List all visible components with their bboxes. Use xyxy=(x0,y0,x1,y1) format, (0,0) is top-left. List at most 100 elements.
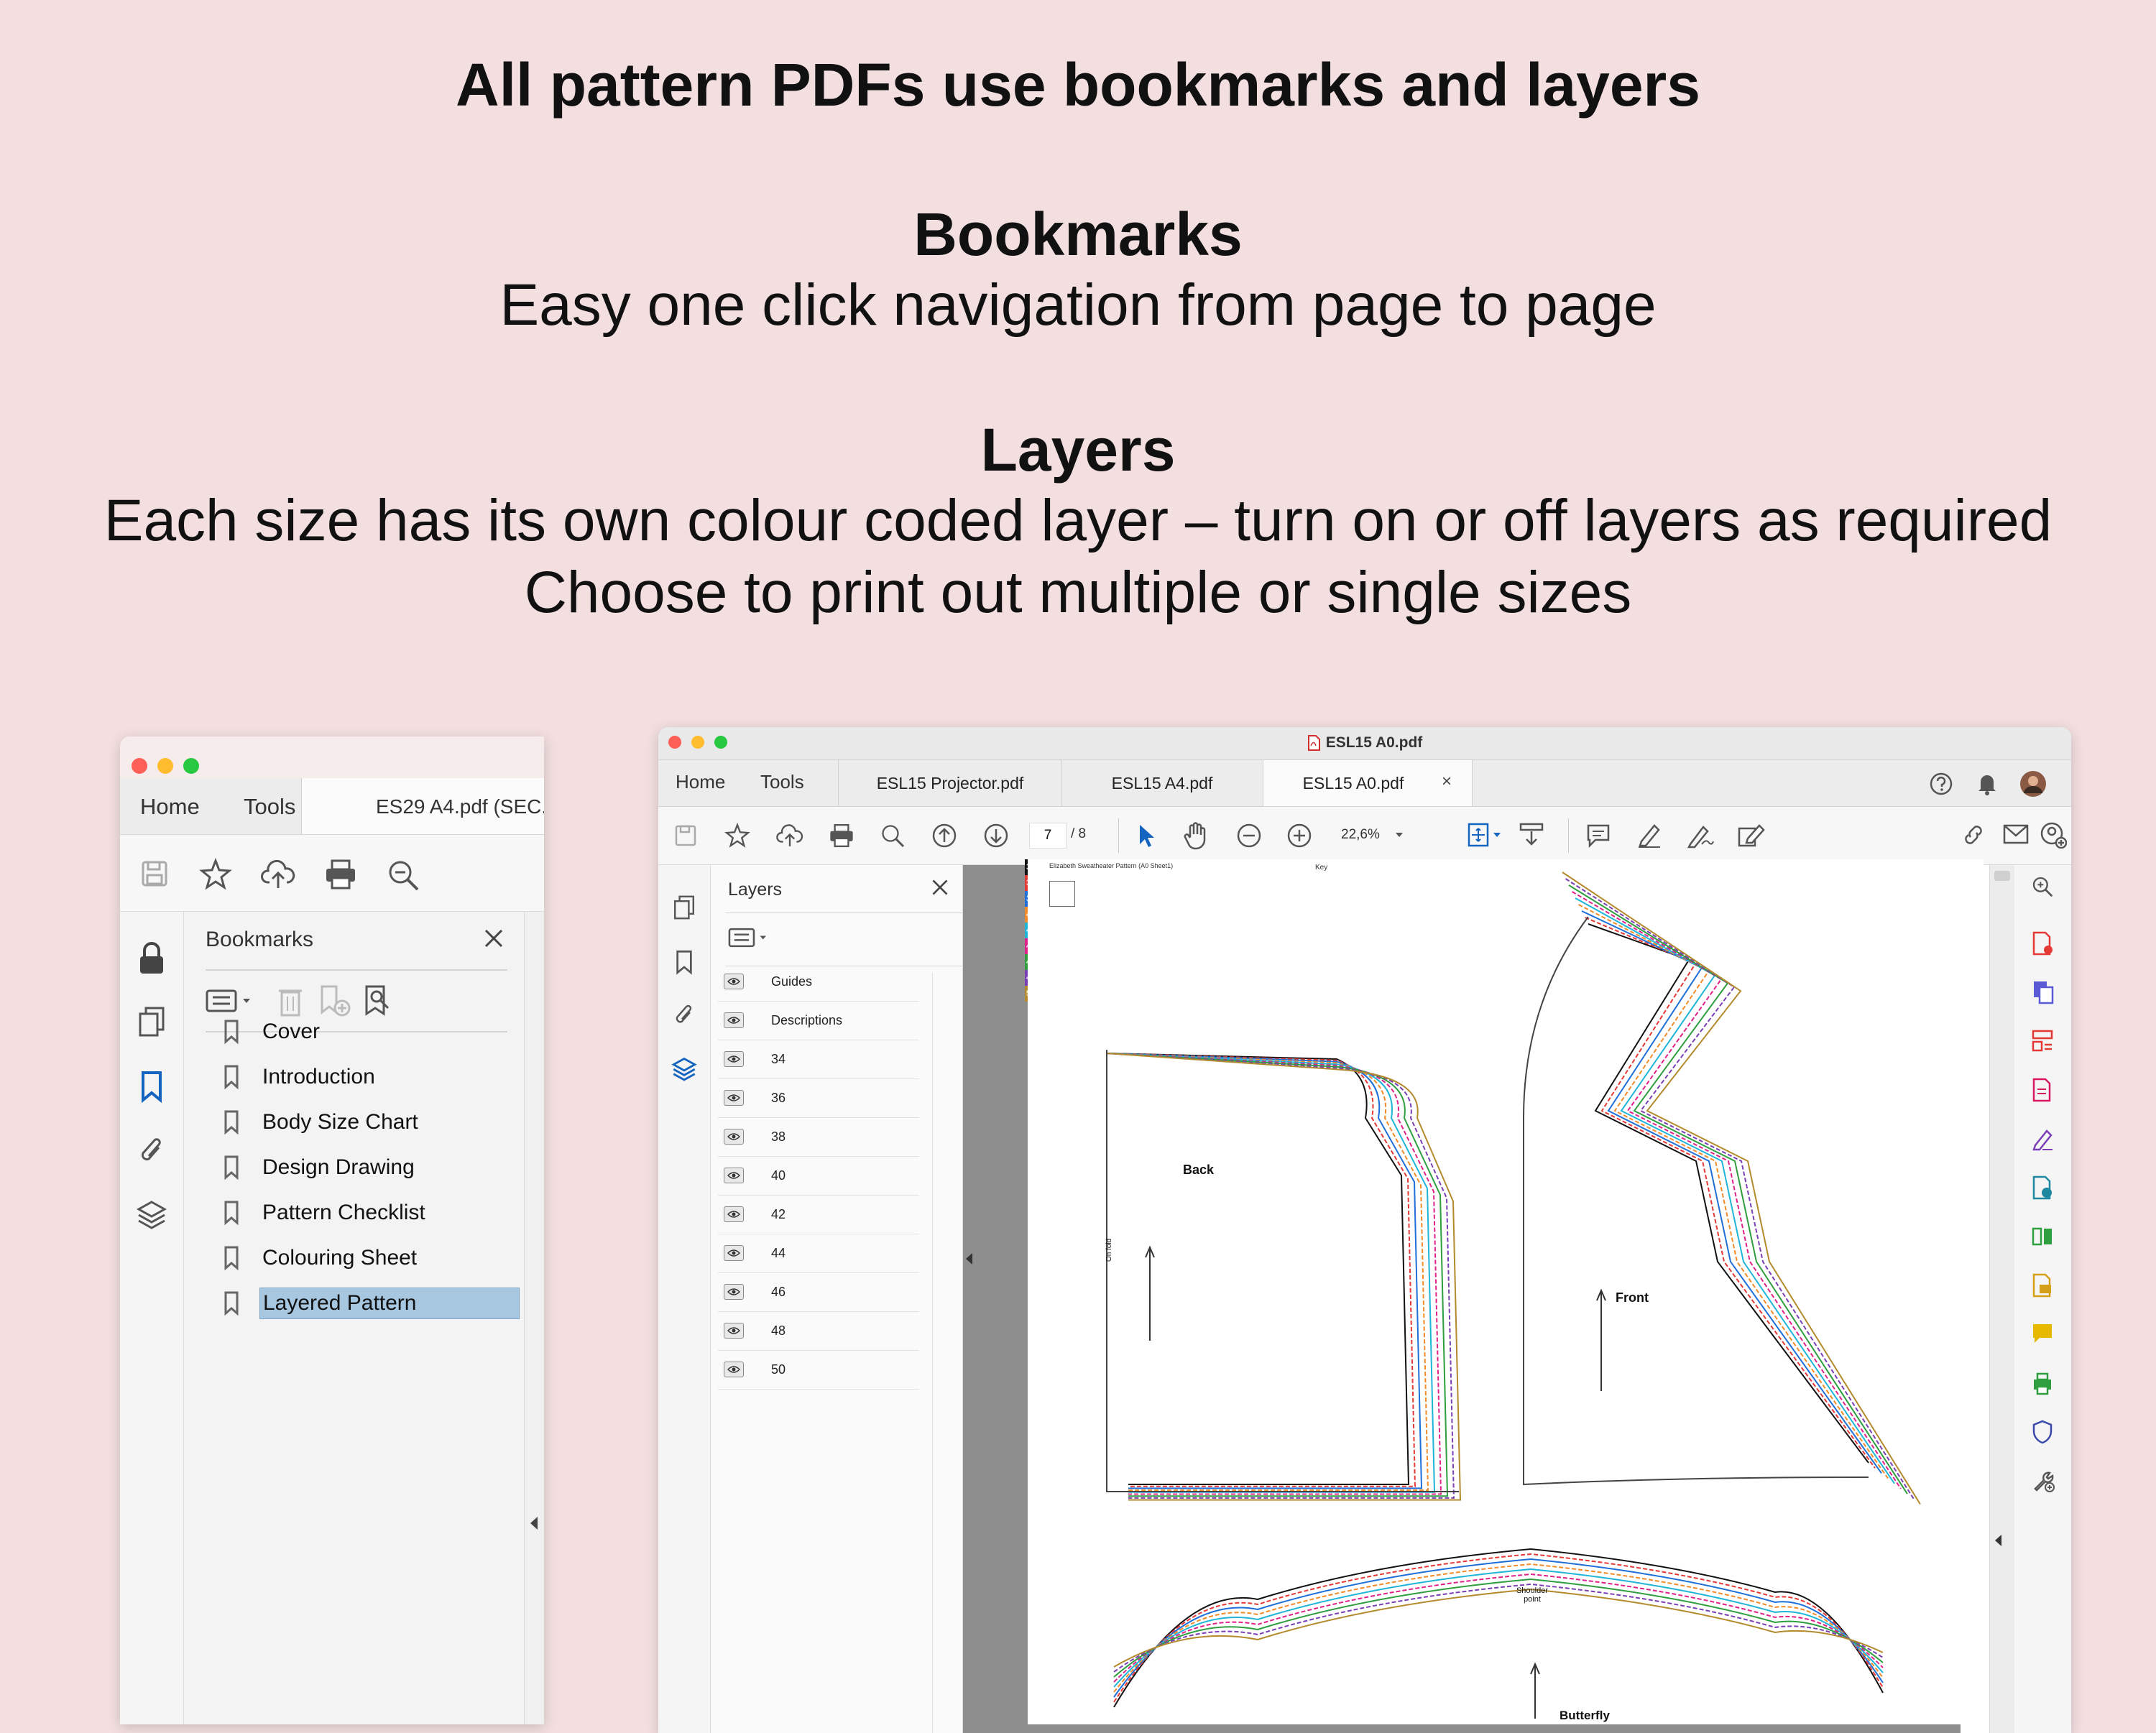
select-cursor-icon[interactable] xyxy=(1135,823,1157,849)
layer-row[interactable]: 50 xyxy=(718,1350,919,1390)
zoom-select[interactable]: 22,6% xyxy=(1327,821,1413,849)
layer-row[interactable]: 46 xyxy=(718,1272,919,1312)
layer-row[interactable]: 38 xyxy=(718,1117,919,1157)
sign-icon[interactable] xyxy=(1686,821,1715,849)
avatar[interactable] xyxy=(2019,770,2047,798)
cloud-upload-icon[interactable] xyxy=(776,823,803,849)
eye-visibility-icon[interactable] xyxy=(724,1090,744,1106)
layer-row[interactable]: Descriptions xyxy=(718,1001,919,1040)
zoom-out-icon[interactable] xyxy=(1236,823,1262,849)
bookmark-item[interactable]: Body Size Chart xyxy=(224,1104,421,1141)
eye-visibility-icon[interactable] xyxy=(724,1206,744,1222)
lock-icon[interactable] xyxy=(137,941,166,975)
panel-splitter[interactable] xyxy=(524,912,544,1724)
layer-row[interactable]: 42 xyxy=(718,1195,919,1234)
layer-row[interactable]: 36 xyxy=(718,1078,919,1118)
help-icon[interactable] xyxy=(1929,772,1953,796)
send-for-comments-icon[interactable] xyxy=(2031,1273,2054,1298)
cloud-upload-icon[interactable] xyxy=(261,858,295,891)
layer-row[interactable]: 34 xyxy=(718,1040,919,1079)
create-pdf-icon[interactable] xyxy=(2031,931,2054,956)
close-panel-icon[interactable] xyxy=(483,928,505,949)
more-tools-icon[interactable] xyxy=(2031,1469,2055,1493)
export-pdf-icon[interactable] xyxy=(2031,1175,2054,1200)
zoom-search-icon[interactable] xyxy=(386,858,420,892)
layer-row[interactable]: 40 xyxy=(718,1156,919,1196)
print-icon[interactable] xyxy=(828,823,855,849)
bookmark-item[interactable]: Cover xyxy=(224,1013,323,1050)
layer-row[interactable]: 44 xyxy=(718,1234,919,1273)
highlight-icon[interactable] xyxy=(1636,821,1663,849)
previous-page-icon[interactable] xyxy=(931,823,957,849)
layers-panel-icon[interactable] xyxy=(136,1199,167,1232)
zoom-tool-icon[interactable] xyxy=(2031,875,2054,898)
eye-visibility-icon[interactable] xyxy=(724,1012,744,1028)
eye-visibility-icon[interactable] xyxy=(724,1051,744,1067)
save-icon[interactable] xyxy=(674,824,697,847)
close-panel-icon[interactable] xyxy=(931,878,949,897)
doc-tab-projector[interactable]: ESL15 Projector.pdf xyxy=(838,760,1062,806)
doc-tab-a0[interactable]: ESL15 A0.pdf × xyxy=(1263,760,1473,806)
share-link-icon[interactable] xyxy=(1959,821,1988,849)
print-production-icon[interactable] xyxy=(2031,1371,2054,1395)
collapse-right-arrow-icon[interactable] xyxy=(1995,1535,2001,1546)
notification-bell-icon[interactable] xyxy=(1976,772,1998,796)
layer-row[interactable]: Guides xyxy=(718,962,919,1002)
comment-icon[interactable] xyxy=(1585,823,1611,849)
bookmark-item[interactable]: Design Drawing xyxy=(224,1149,418,1186)
bookmark-item[interactable]: Introduction xyxy=(224,1058,378,1096)
bookmark-panel-icon[interactable] xyxy=(674,948,694,976)
tab-document[interactable]: ES29 A4.pdf (SEC. xyxy=(376,795,544,818)
edit-document-icon[interactable] xyxy=(2031,1078,2054,1102)
fit-page-icon[interactable] xyxy=(1466,821,1503,849)
zoom-search-icon[interactable] xyxy=(880,823,906,849)
bookmark-panel-icon[interactable] xyxy=(139,1070,165,1103)
protect-icon[interactable] xyxy=(2031,1420,2054,1444)
attachment-icon[interactable] xyxy=(673,1002,696,1029)
organize-pages-icon[interactable] xyxy=(2031,1029,2054,1053)
layers-panel-icon[interactable] xyxy=(671,1056,697,1083)
zoom-window-button[interactable] xyxy=(183,758,199,774)
new-bookmark-icon[interactable] xyxy=(318,984,352,1018)
scroll-thumb[interactable] xyxy=(1994,871,2010,881)
save-icon[interactable] xyxy=(140,859,169,888)
tab-home[interactable]: Home xyxy=(676,771,725,793)
collapse-arrow-icon[interactable] xyxy=(530,1517,538,1530)
pages-icon[interactable] xyxy=(673,894,696,921)
attachment-icon[interactable] xyxy=(137,1134,166,1168)
fill-sign-icon[interactable] xyxy=(2031,1127,2054,1151)
doc-tab-a4[interactable]: ESL15 A4.pdf xyxy=(1061,760,1263,806)
close-window-button[interactable] xyxy=(132,758,147,774)
eye-visibility-icon[interactable] xyxy=(724,1284,744,1300)
bookmark-item[interactable]: Colouring Sheet xyxy=(224,1239,420,1277)
tab-tools[interactable]: Tools xyxy=(244,794,295,820)
pages-icon[interactable] xyxy=(137,1005,166,1038)
eye-visibility-icon[interactable] xyxy=(724,1245,744,1261)
eye-visibility-icon[interactable] xyxy=(724,1168,744,1183)
find-bookmark-icon[interactable] xyxy=(364,984,395,1018)
eye-visibility-icon[interactable] xyxy=(724,974,744,989)
zoom-in-icon[interactable] xyxy=(1286,823,1312,849)
combine-files-icon[interactable] xyxy=(2031,980,2054,1004)
options-menu-icon[interactable] xyxy=(206,986,256,1015)
eye-visibility-icon[interactable] xyxy=(724,1362,744,1377)
page-number-input[interactable]: 7 xyxy=(1029,823,1067,849)
hand-tool-icon[interactable] xyxy=(1183,821,1210,850)
tab-home[interactable]: Home xyxy=(140,794,200,820)
bookmark-item[interactable]: Layered Pattern xyxy=(224,1285,520,1322)
layer-row[interactable]: 48 xyxy=(718,1311,919,1351)
add-user-icon[interactable] xyxy=(2040,821,2067,849)
print-icon[interactable] xyxy=(323,858,358,891)
next-page-icon[interactable] xyxy=(983,823,1009,849)
email-icon[interactable] xyxy=(2002,823,2030,846)
star-icon[interactable] xyxy=(199,858,232,891)
scroll-mode-icon[interactable] xyxy=(1518,821,1545,849)
tab-tools[interactable]: Tools xyxy=(760,771,804,793)
collapse-left-arrow-icon[interactable] xyxy=(966,1253,972,1265)
star-icon[interactable] xyxy=(724,823,750,849)
eye-visibility-icon[interactable] xyxy=(724,1129,744,1145)
scroll-track[interactable] xyxy=(1989,865,2014,1733)
minimize-window-button[interactable] xyxy=(157,758,173,774)
close-tab-icon[interactable]: × xyxy=(1442,772,1452,792)
bookmark-item[interactable]: Pattern Checklist xyxy=(224,1194,428,1231)
